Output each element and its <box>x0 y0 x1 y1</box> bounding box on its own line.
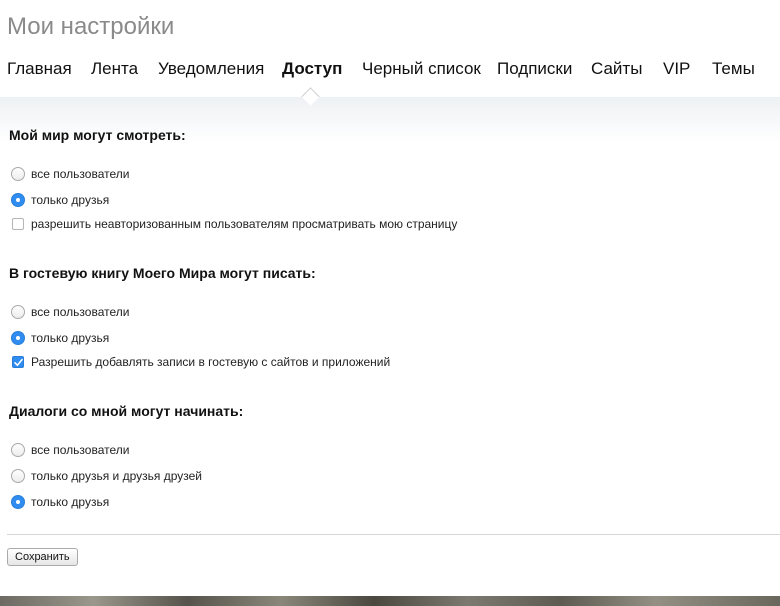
option-label: Разрешить добавлять записи в гостевую с … <box>31 355 391 369</box>
tab-vip[interactable]: VIP <box>663 59 690 79</box>
option-dialogs-all-users[interactable]: все пользователи <box>11 442 129 458</box>
option-label: все пользователи <box>31 167 130 181</box>
option-guestbook-all-users[interactable]: все пользователи <box>11 304 129 320</box>
settings-tabs: Главная Лента Уведомления Доступ Черный … <box>0 0 780 98</box>
checkbox[interactable] <box>12 218 24 230</box>
tab-access[interactable]: Доступ <box>282 59 342 79</box>
tab-sites[interactable]: Сайты <box>591 59 642 79</box>
radio-button-selected[interactable] <box>11 193 25 207</box>
option-label: только друзья <box>31 495 110 509</box>
tab-main[interactable]: Главная <box>7 59 72 79</box>
divider <box>7 534 780 535</box>
option-profile-all-users[interactable]: все пользователи <box>11 166 129 182</box>
save-button[interactable]: Сохранить <box>7 548 78 566</box>
section-title-guestbook: В гостевую книгу Моего Мира могут писать… <box>9 265 316 281</box>
radio-button-selected[interactable] <box>11 331 25 345</box>
tab-subscriptions[interactable]: Подписки <box>497 59 572 79</box>
option-allow-unauthorized-view[interactable]: разрешить неавторизованным пользователям… <box>11 216 457 232</box>
option-label: только друзья <box>31 193 110 207</box>
radio-button[interactable] <box>11 305 25 319</box>
footer-photo-strip <box>0 596 780 606</box>
option-label: только друзья и друзья друзей <box>31 469 202 483</box>
tab-themes[interactable]: Темы <box>712 59 755 79</box>
section-title-profile-view: Мой мир могут смотреть: <box>9 127 186 143</box>
option-dialogs-friends-only[interactable]: только друзья <box>11 494 109 510</box>
checkmark-icon <box>14 358 23 366</box>
radio-button[interactable] <box>11 167 25 181</box>
option-allow-guestbook-from-sites[interactable]: Разрешить добавлять записи в гостевую с … <box>11 354 390 370</box>
tab-notifications[interactable]: Уведомления <box>158 59 264 79</box>
option-dialogs-friends-of-friends[interactable]: только друзья и друзья друзей <box>11 468 202 484</box>
option-label: только друзья <box>31 331 110 345</box>
radio-button[interactable] <box>11 469 25 483</box>
option-profile-friends-only[interactable]: только друзья <box>11 192 109 208</box>
option-label: все пользователи <box>31 305 130 319</box>
tab-blacklist[interactable]: Черный список <box>362 59 481 79</box>
option-guestbook-friends-only[interactable]: только друзья <box>11 330 109 346</box>
section-title-dialogs: Диалоги со мной могут начинать: <box>9 403 244 419</box>
radio-button[interactable] <box>11 443 25 457</box>
option-label: все пользователи <box>31 443 130 457</box>
radio-button-selected[interactable] <box>11 495 25 509</box>
checkbox-checked[interactable] <box>12 356 24 368</box>
option-label: разрешить неавторизованным пользователям… <box>31 217 458 231</box>
tab-feed[interactable]: Лента <box>91 59 138 79</box>
